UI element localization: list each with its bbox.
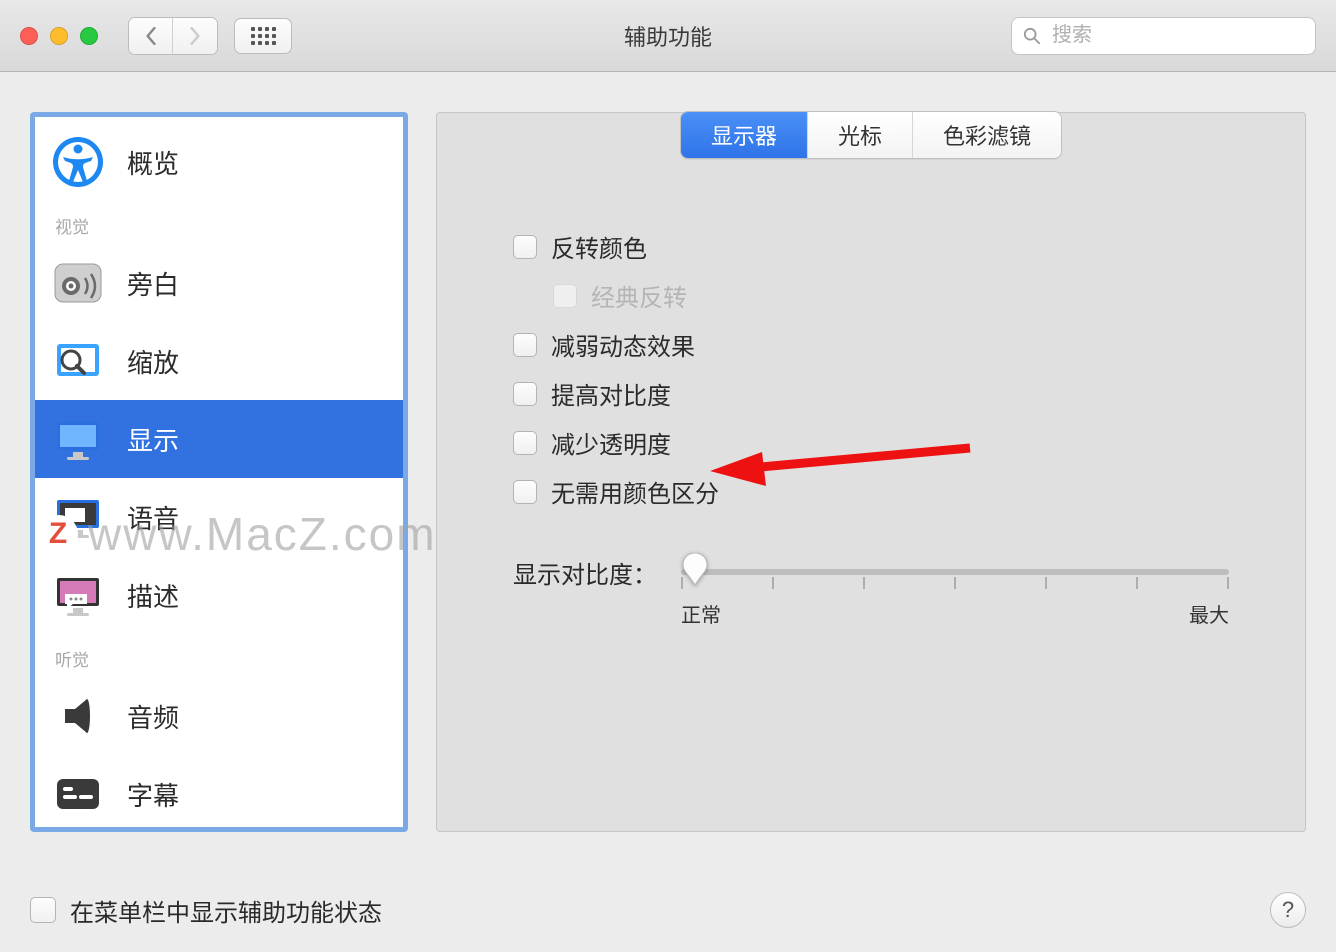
checkbox[interactable] — [513, 480, 537, 504]
chevron-right-icon — [188, 27, 202, 45]
slider-max-label: 最大 — [1189, 599, 1229, 628]
back-button[interactable] — [129, 18, 173, 54]
checkbox[interactable] — [513, 235, 537, 259]
search-input[interactable] — [1011, 17, 1316, 55]
checkbox[interactable] — [513, 382, 537, 406]
close-window-button[interactable] — [20, 27, 38, 45]
option-reduce-motion[interactable]: 减弱动态效果 — [513, 327, 1229, 362]
preferences-window: 辅助功能 概览 视觉 旁白 — [0, 0, 1336, 952]
sidebar-item-label: 缩放 — [127, 343, 179, 380]
forward-button[interactable] — [173, 18, 217, 54]
option-invert-colors[interactable]: 反转颜色 — [513, 229, 1229, 264]
help-button[interactable]: ? — [1270, 892, 1306, 928]
titlebar: 辅助功能 — [0, 0, 1336, 72]
menubar-status-label: 在菜单栏中显示辅助功能状态 — [70, 893, 382, 928]
display-icon — [51, 412, 105, 466]
sidebar-item-label: 音频 — [127, 698, 179, 735]
chevron-left-icon — [144, 27, 158, 45]
menubar-status-checkbox[interactable] — [30, 897, 56, 923]
display-settings-panel: 显示器 光标 色彩滤镜 反转颜色 经典反转 减弱动态效果 — [436, 112, 1306, 832]
contrast-slider-block: 显示对比度： 正常 最大 — [513, 559, 1229, 628]
sidebar-item-voiceover[interactable]: 旁白 — [35, 244, 403, 322]
option-label: 减少透明度 — [551, 425, 671, 460]
display-tabs: 显示器 光标 色彩滤镜 — [680, 111, 1062, 159]
sidebar-item-label: 显示 — [127, 421, 179, 458]
slider-end-labels: 正常 最大 — [681, 599, 1229, 628]
checkbox[interactable] — [513, 333, 537, 357]
slider-track — [681, 569, 1229, 575]
zoom-icon — [51, 334, 105, 388]
option-reduce-transparency[interactable]: 减少透明度 — [513, 425, 1229, 460]
window-title: 辅助功能 — [624, 20, 712, 52]
grid-icon — [251, 27, 276, 45]
option-label: 反转颜色 — [551, 229, 647, 264]
category-sidebar[interactable]: 概览 视觉 旁白 缩放 显示 — [30, 112, 408, 832]
minimize-window-button[interactable] — [50, 27, 68, 45]
option-label: 减弱动态效果 — [551, 327, 695, 362]
sidebar-item-label: 语音 — [127, 499, 179, 536]
sidebar-item-label: 旁白 — [127, 265, 179, 302]
sidebar-item-audio[interactable]: 音频 — [35, 677, 403, 755]
sidebar-item-overview[interactable]: 概览 — [35, 123, 403, 201]
help-icon: ? — [1282, 897, 1294, 923]
voiceover-icon — [51, 256, 105, 310]
checkbox[interactable] — [513, 431, 537, 455]
option-classic-invert: 经典反转 — [553, 278, 1229, 313]
sidebar-group-hearing: 听觉 — [35, 634, 403, 677]
sidebar-item-label: 字幕 — [127, 776, 179, 813]
speech-icon — [51, 490, 105, 544]
tab-cursor[interactable]: 光标 — [808, 112, 913, 158]
sidebar-item-display[interactable]: 显示 — [35, 400, 403, 478]
tab-display[interactable]: 显示器 — [681, 112, 808, 158]
zoom-window-button[interactable] — [80, 27, 98, 45]
sidebar-item-captions[interactable]: 字幕 — [35, 755, 403, 832]
checkbox — [553, 284, 577, 308]
contrast-slider-label: 显示对比度： — [513, 555, 657, 590]
display-options: 反转颜色 经典反转 减弱动态效果 提高对比度 减少透明度 — [477, 205, 1265, 652]
option-label: 无需用颜色区分 — [551, 474, 719, 509]
slider-min-label: 正常 — [681, 599, 721, 628]
footer: 在菜单栏中显示辅助功能状态 ? — [0, 892, 1336, 952]
content-area: 概览 视觉 旁白 缩放 显示 — [0, 72, 1336, 892]
option-differentiate-without-color[interactable]: 无需用颜色区分 — [513, 474, 1229, 509]
descriptions-icon — [51, 568, 105, 622]
audio-icon — [51, 689, 105, 743]
window-controls — [20, 27, 98, 45]
sidebar-group-vision: 视觉 — [35, 201, 403, 244]
show-all-button[interactable] — [234, 18, 292, 54]
search-icon — [1023, 27, 1041, 45]
option-increase-contrast[interactable]: 提高对比度 — [513, 376, 1229, 411]
tab-color-filters[interactable]: 色彩滤镜 — [913, 112, 1061, 158]
sidebar-item-label: 概览 — [127, 144, 179, 181]
nav-buttons — [128, 17, 218, 55]
option-label: 经典反转 — [591, 278, 687, 313]
sidebar-item-label: 描述 — [127, 577, 179, 614]
option-label: 提高对比度 — [551, 376, 671, 411]
sidebar-item-descriptions[interactable]: 描述 — [35, 556, 403, 634]
contrast-slider[interactable]: 正常 最大 — [681, 559, 1229, 628]
slider-ticks — [681, 577, 1229, 589]
sidebar-item-speech[interactable]: 语音 — [35, 478, 403, 556]
captions-icon — [51, 767, 105, 821]
search-field-wrap — [1011, 17, 1316, 55]
accessibility-icon — [51, 135, 105, 189]
sidebar-item-zoom[interactable]: 缩放 — [35, 322, 403, 400]
slider-knob[interactable] — [681, 553, 709, 581]
